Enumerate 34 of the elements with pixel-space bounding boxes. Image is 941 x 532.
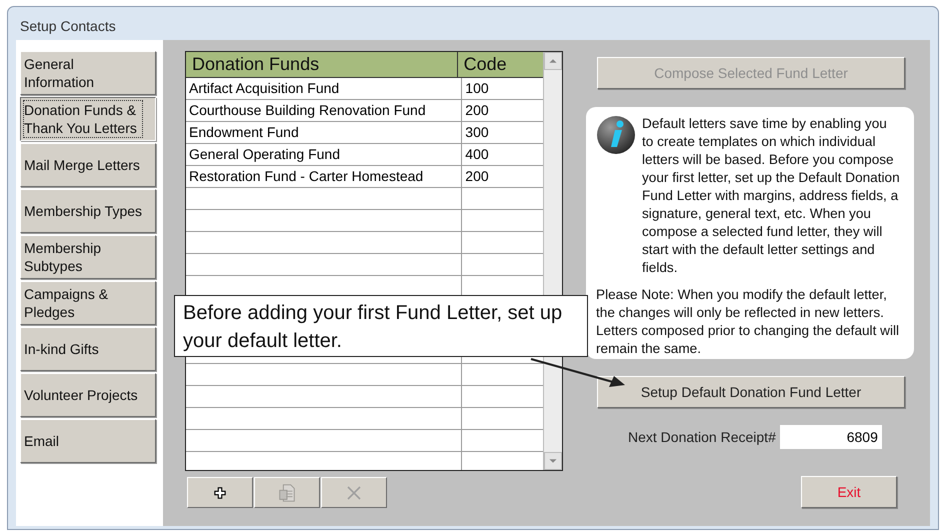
fund-name-cell: General Operating Fund [186,144,462,165]
info-paragraph: Default letters save time by enabling you to create templates on which individual letters will be based. Before you compose your first letter, set up the Default Donation Fund Letter with margins, address fields, a signature, general text, etc. When you compose a selected fund letter, they will start with the default letter settings and fields. [642,115,900,277]
sidebar-tab[interactable]: Mail Merge Letters [20,143,156,187]
fund-code-cell-text: 400 [464,145,490,164]
sidebar-tab[interactable]: General Information [20,51,156,95]
setup-default-letter-button[interactable]: Setup Default Donation Fund Letter [597,376,905,408]
sidebar-tab[interactable]: Membership Types [20,189,156,233]
scroll-down-icon[interactable] [544,452,562,470]
fund-code-cell-text: 200 [464,101,490,120]
sidebar-tab[interactable]: Membership Subtypes [20,235,156,279]
sidebar-tab[interactable]: Volunteer Projects [20,373,156,417]
sidebar-tab[interactable]: Donation Funds & Thank You Letters [20,97,156,141]
column-header: Donation Funds [186,52,458,77]
fund-code-cell-text: 200 [464,167,490,186]
add-button[interactable] [187,477,253,508]
info-paragraph: Please Note: When you modify the default letter, the changes will only be reflected in new letters. Letters composed prior to changing the default will remain the same. [596,286,900,358]
plus-icon [214,486,226,498]
info-icon [596,115,636,155]
fund-name-cell: Restoration Fund - Carter Homestead [186,166,462,187]
receipt-number-field[interactable]: 6809 [780,425,882,449]
callout-note: Before adding your first Fund Letter, set up your default letter. [174,295,588,357]
scroll-up-icon[interactable] [544,52,562,70]
sidebar-tab[interactable]: Campaigns & Pledges [20,281,156,325]
sidebar-tab[interactable]: In-kind Gifts [20,327,156,371]
fund-code-cell-text: 100 [464,79,490,98]
fund-code-cell-text: 300 [464,123,490,142]
column-header: Code [462,53,508,76]
receipt-label: Next Donation Receipt# [628,429,776,445]
document-icon [278,482,296,502]
fund-name-cell: Endowment Fund [186,122,462,143]
window-title: Setup Contacts [19,17,117,36]
fund-name-cell: Artifact Acquisition Fund [186,78,462,99]
sidebar-tab[interactable]: Email [20,419,156,463]
fund-name-cell: Courthouse Building Renovation Fund [186,100,462,121]
